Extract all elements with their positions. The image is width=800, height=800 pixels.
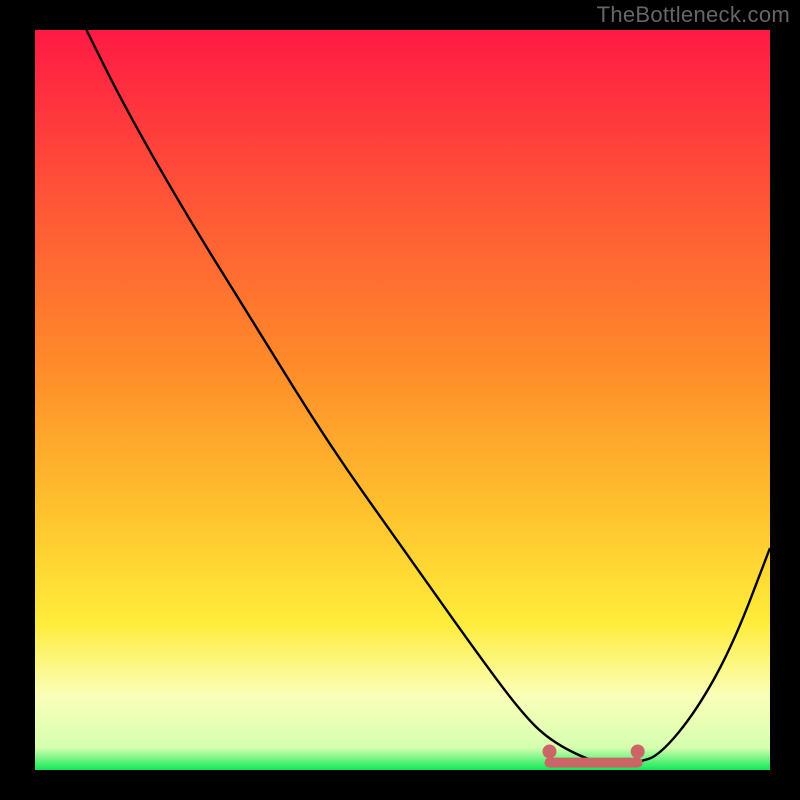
bottleneck-chart bbox=[0, 0, 800, 800]
sweet-spot-dot-right bbox=[631, 745, 645, 759]
chart-stage: TheBottleneck.com bbox=[0, 0, 800, 800]
sweet-spot-dot-left bbox=[543, 745, 557, 759]
watermark-text: TheBottleneck.com bbox=[597, 2, 790, 28]
